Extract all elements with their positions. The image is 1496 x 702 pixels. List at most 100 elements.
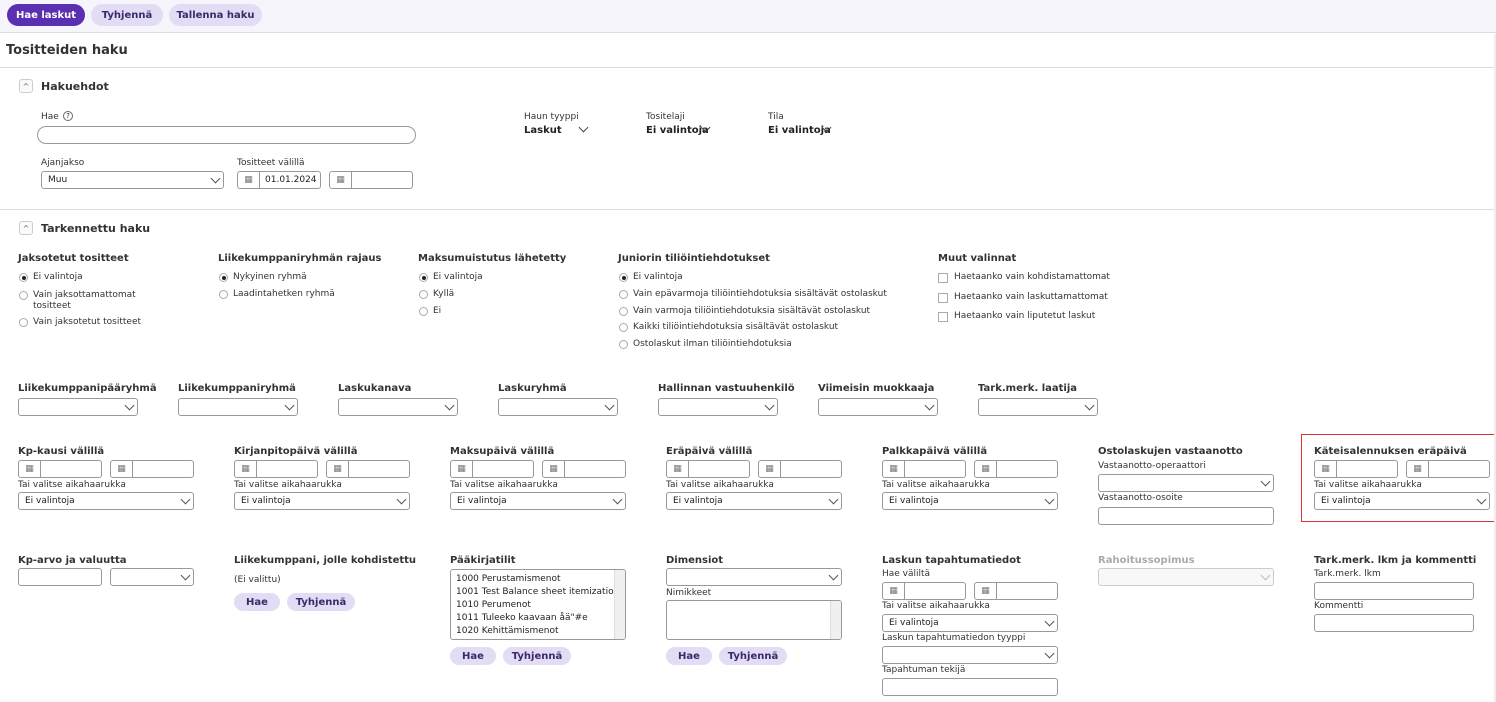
search-invoices-button[interactable]: Hae laskut [7,4,85,26]
save-search-button[interactable]: Tallenna haku [169,4,262,26]
date-from-field[interactable]: ▦ [1314,460,1398,478]
radio[interactable] [219,273,228,282]
date-from-field[interactable]: ▦ [450,460,534,478]
invoice-channel-select[interactable] [338,398,458,416]
search-label: Hae [41,112,59,122]
clear-button[interactable]: Tyhjennä [503,647,571,665]
accounts-list[interactable]: 1000 Perustamismenot 1001 Test Balance s… [450,569,626,640]
field-label: Maksupäivä välillä [450,446,555,457]
date-to-field[interactable]: ▦ [110,460,194,478]
radio[interactable] [619,323,628,332]
date-from-field[interactable]: ▦ [234,460,318,478]
last-editor-select[interactable] [818,398,938,416]
clear-button[interactable]: Tyhjennä [91,4,163,26]
range-select[interactable]: Ei valintoja [666,492,842,510]
radio-label: Ei valintoja [633,272,683,282]
radio[interactable] [19,318,28,327]
range-select[interactable]: Ei valintoja [234,492,410,510]
range-select[interactable]: Ei valintoja [1314,492,1490,510]
date-to-field[interactable]: ▦ [974,582,1058,600]
calendar-icon: ▦ [19,461,41,477]
list-item[interactable]: 1000 Perustamismenot [451,573,625,586]
admin-person-select[interactable] [658,398,778,416]
search-button[interactable]: Hae [666,647,712,665]
radio[interactable] [619,273,628,282]
radio[interactable] [619,340,628,349]
section-title-basic: Hakuehdot [41,80,109,93]
list-item[interactable]: 1001 Test Balance sheet itemization [451,586,625,599]
range-select[interactable]: Ei valintoja [450,492,626,510]
clear-button[interactable]: Tyhjennä [287,593,355,611]
field-label: Tark.merk. lkm ja kommentti [1314,555,1477,566]
doc-type-value[interactable]: Ei valintoja [646,125,709,136]
marker-creator-select[interactable] [978,398,1098,416]
period-select[interactable]: Muu [41,171,224,189]
address-input[interactable] [1098,507,1274,525]
field-label: Palkkapäivä välillä [882,446,988,457]
search-type-value[interactable]: Laskut [524,125,562,136]
checkbox-label: Haetaanko vain kohdistamattomat [954,272,1110,282]
date-to-field[interactable]: ▦ [542,460,626,478]
date-to-field[interactable]: ▦ [758,460,842,478]
checkbox[interactable] [938,273,948,283]
event-type-select[interactable] [882,646,1058,664]
date-from-field[interactable]: ▦ [882,460,966,478]
currency-select[interactable] [110,568,194,586]
radio[interactable] [419,307,428,316]
radio[interactable] [19,273,28,282]
radio[interactable] [419,290,428,299]
operator-select[interactable] [1098,474,1274,492]
radio[interactable] [419,273,428,282]
chevron-up-icon[interactable]: ^ [19,79,33,93]
search-button[interactable]: Hae [450,647,496,665]
list-item[interactable]: 1020 Kehittämismenot [451,625,625,638]
radio[interactable] [619,307,628,316]
comment-input[interactable] [1314,614,1474,632]
calendar-icon: ▦ [759,461,781,477]
partner-group-select[interactable] [178,398,298,416]
calendar-icon: ▦ [543,461,565,477]
help-icon[interactable]: ? [63,111,73,121]
clear-button[interactable]: Tyhjennä [719,647,787,665]
field-label: Kp-kausi välillä [18,446,105,457]
chevron-up-icon[interactable]: ^ [19,221,33,235]
radio[interactable] [19,291,28,300]
dimension-select[interactable] [666,568,842,586]
radio-label: Vain jaksotetut tositteet [33,317,142,327]
date-to-field[interactable]: ▦ [329,171,413,189]
names-list[interactable] [666,600,842,640]
range-select[interactable]: Ei valintoja [18,492,194,510]
value-input[interactable] [18,568,102,586]
scrollbar[interactable] [614,570,625,639]
radio[interactable] [619,290,628,299]
radio-label: Ei [433,306,442,316]
list-item[interactable]: 1010 Perumenot [451,599,625,612]
mark-count-input[interactable] [1314,582,1474,600]
range-select[interactable]: Ei valintoja [882,492,1058,510]
partner-main-group-select[interactable] [18,398,138,416]
checkbox[interactable] [938,293,948,303]
date-to-field[interactable]: ▦ [326,460,410,478]
date-from-field[interactable]: ▦ [18,460,102,478]
date-from-field[interactable]: ▦ 01.01.2024 [237,171,321,189]
invoice-group-select[interactable] [498,398,618,416]
field-label: Laskuryhmä [498,383,567,394]
scrollbar[interactable] [830,601,841,639]
search-button[interactable]: Hae [234,593,280,611]
field-label: Käteisalennuksen eräpäivä [1314,446,1467,457]
date-to-field[interactable]: ▦ [1406,460,1490,478]
chevron-down-icon[interactable] [578,122,589,133]
date-to-field[interactable]: ▦ [974,460,1058,478]
search-input[interactable] [37,126,416,144]
checkbox[interactable] [938,312,948,322]
radio[interactable] [219,290,228,299]
list-item[interactable]: 1011 Tuleeko kaavaan åä"#e [451,612,625,625]
date-from-field[interactable]: ▦ [666,460,750,478]
field-label: Laskun tapahtumatiedot [882,555,1021,566]
radio-label: Kaikki tiliöintiehdotuksia sisältävät os… [633,322,839,332]
state-label: Tila [768,112,784,122]
range-select[interactable]: Ei valintoja [882,614,1058,632]
radio-label: Vain varmoja tiliöintiehdotuksia sisältä… [633,306,871,316]
date-from-field[interactable]: ▦ [882,582,966,600]
event-maker-input[interactable] [882,678,1058,696]
